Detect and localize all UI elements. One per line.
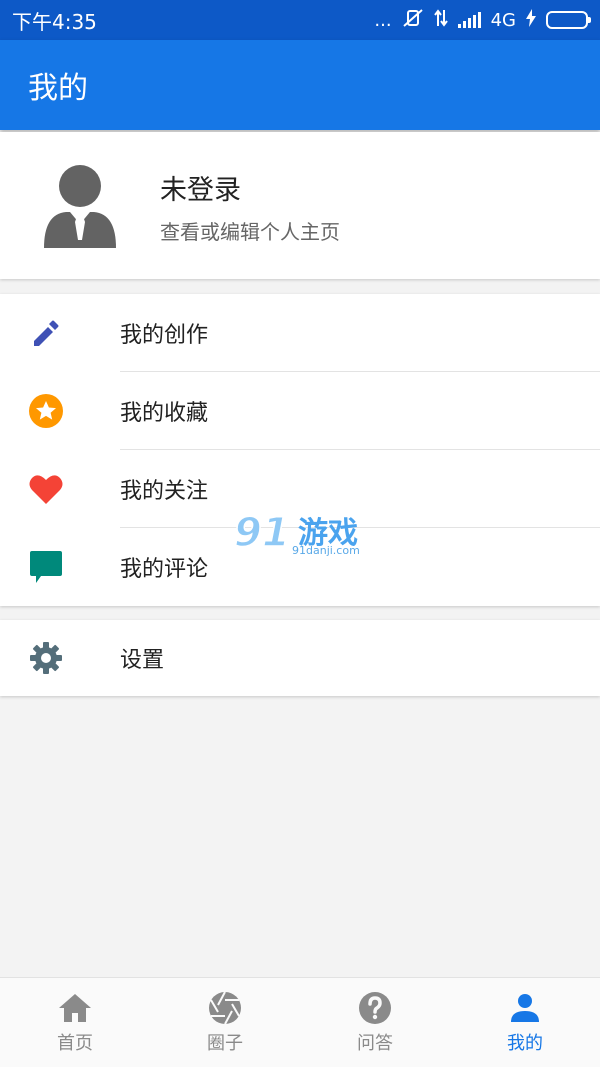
menu-item-my-comments[interactable]: 我的评论 bbox=[0, 528, 600, 606]
signal-icon bbox=[457, 12, 481, 28]
menu-item-my-favorites[interactable]: 我的收藏 bbox=[0, 372, 600, 450]
nav-label: 我的 bbox=[507, 1032, 543, 1054]
profile-name: 未登录 bbox=[160, 175, 241, 206]
nav-item-home[interactable]: 首页 bbox=[0, 978, 150, 1067]
status-bar: 下午4:35 ... 4G bbox=[0, 0, 600, 40]
menu-card: 我的创作 我的收藏 我的关注 我的评论 bbox=[0, 294, 600, 606]
settings-label: 设置 bbox=[120, 648, 165, 673]
heart-icon bbox=[28, 471, 64, 507]
nav-item-mine[interactable]: 我的 bbox=[450, 978, 600, 1067]
menu-item-settings[interactable]: 设置 bbox=[0, 620, 600, 696]
vibrate-off-icon bbox=[402, 8, 424, 33]
page-title: 我的 bbox=[28, 71, 88, 106]
battery-icon bbox=[546, 11, 591, 29]
menu-item-label: 我的创作 bbox=[120, 323, 209, 348]
profile-card[interactable]: 未登录 查看或编辑个人主页 bbox=[0, 132, 600, 279]
home-icon bbox=[58, 991, 92, 1025]
question-icon bbox=[358, 991, 392, 1025]
person-icon bbox=[508, 991, 542, 1025]
menu-item-label: 我的评论 bbox=[120, 557, 209, 582]
nav-item-circle[interactable]: 圈子 bbox=[150, 978, 300, 1067]
menu-item-label: 我的收藏 bbox=[120, 401, 209, 426]
menu-item-my-follows[interactable]: 我的关注 bbox=[0, 450, 600, 528]
pencil-icon bbox=[28, 315, 64, 351]
charging-icon bbox=[526, 8, 536, 32]
nav-label: 问答 bbox=[357, 1032, 393, 1054]
star-icon bbox=[28, 393, 64, 429]
nav-item-qa[interactable]: 问答 bbox=[300, 978, 450, 1067]
menu-item-my-creations[interactable]: 我的创作 bbox=[0, 294, 600, 372]
more-dots-icon: ... bbox=[374, 9, 392, 31]
data-transfer-icon bbox=[433, 8, 448, 33]
status-icons: ... 4G bbox=[374, 8, 591, 33]
nav-label: 首页 bbox=[57, 1032, 93, 1054]
avatar-icon bbox=[44, 165, 116, 248]
profile-subtitle: 查看或编辑个人主页 bbox=[160, 220, 340, 244]
bottom-nav: 首页 圈子 问答 我的 bbox=[0, 977, 600, 1067]
app-bar: 我的 bbox=[0, 40, 600, 130]
nav-label: 圈子 bbox=[207, 1032, 243, 1054]
menu-item-label: 我的关注 bbox=[120, 479, 209, 504]
aperture-icon bbox=[208, 991, 242, 1025]
status-time: 下午4:35 bbox=[12, 9, 97, 34]
settings-card: 设置 bbox=[0, 620, 600, 696]
gear-icon bbox=[28, 640, 64, 676]
comment-icon bbox=[28, 549, 64, 585]
network-type: 4G bbox=[490, 9, 516, 31]
